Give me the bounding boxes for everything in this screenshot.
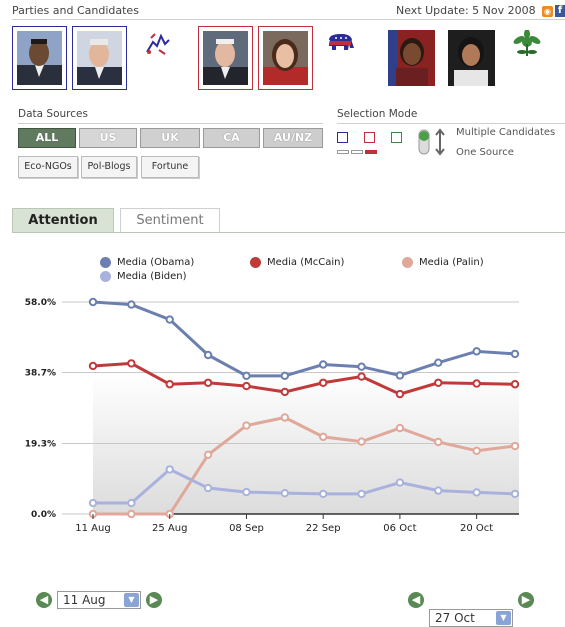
data-point-media-biden (318, 489, 328, 499)
start-date-next-button[interactable]: ▶ (146, 592, 162, 608)
data-point-media-palin (357, 437, 366, 446)
x-tick-label: 06 Oct (383, 523, 416, 534)
x-tick-label: 11 Aug (75, 523, 110, 534)
data-point-media-mccain (165, 380, 174, 389)
data-point-media-mccain (357, 372, 366, 381)
data-point-media-palin (434, 437, 443, 447)
data-point-media-mccain (242, 381, 251, 391)
data-point-media-palin (280, 413, 290, 422)
data-point-media-obama (165, 315, 174, 324)
end-date-prev-button[interactable]: ◀ (408, 592, 424, 608)
y-tick-label: 0.0% (31, 510, 56, 520)
data-point-media-obama (203, 350, 213, 360)
data-point-media-mccain (472, 379, 481, 388)
data-point-media-mccain (88, 361, 98, 371)
data-point-media-biden (510, 489, 520, 499)
data-point-media-mccain (395, 389, 405, 399)
data-point-media-palin (472, 446, 481, 455)
data-point-media-mccain (280, 387, 290, 397)
data-point-media-obama (472, 347, 481, 356)
x-tick-label: 20 Oct (460, 523, 493, 534)
data-point-media-mccain (318, 378, 328, 387)
y-tick-label: 19.3% (25, 439, 56, 449)
start-date-select[interactable]: 11 Aug ▼ (57, 591, 141, 609)
data-point-media-obama (127, 300, 136, 309)
data-point-media-obama (395, 371, 405, 380)
data-point-media-mccain (510, 380, 520, 389)
data-point-media-obama (357, 362, 366, 371)
data-point-media-biden (395, 478, 405, 487)
data-point-media-biden (357, 489, 366, 499)
data-point-media-mccain (127, 359, 136, 368)
data-point-media-obama (318, 360, 328, 369)
data-point-media-obama (242, 371, 251, 381)
data-point-media-biden (434, 486, 443, 495)
y-tick-label: 58.0% (25, 298, 56, 308)
data-point-media-biden (127, 498, 136, 508)
data-point-media-palin (318, 432, 328, 442)
chevron-down-icon[interactable]: ▼ (496, 611, 511, 625)
data-point-media-palin (395, 423, 405, 433)
series-line-media-obama (92, 300, 516, 378)
data-point-media-biden (165, 465, 174, 474)
data-point-media-biden (203, 483, 213, 493)
data-point-media-palin (127, 509, 136, 519)
end-date-value: 27 Oct (435, 611, 475, 625)
data-point-media-obama (280, 371, 290, 381)
x-tick-label: 22 Sep (306, 523, 341, 534)
start-date-prev-button[interactable]: ◀ (36, 592, 52, 608)
data-point-media-obama (88, 297, 98, 307)
data-point-media-biden (88, 498, 98, 508)
data-point-media-biden (242, 487, 251, 497)
data-point-media-obama (434, 358, 443, 367)
data-point-media-mccain (434, 378, 443, 387)
data-point-media-palin (242, 421, 251, 430)
data-point-media-obama (510, 349, 520, 359)
data-point-media-mccain (203, 378, 213, 387)
start-date-value: 11 Aug (63, 593, 106, 607)
attention-line-chart: 58.0% 38.7% 19.3% 0.0% 11 Aug 25 Aug 08 Sep 22 … (25, 297, 520, 534)
x-tick-label: 08 Sep (229, 523, 264, 534)
chevron-down-icon[interactable]: ▼ (124, 593, 139, 607)
data-point-media-palin (510, 441, 520, 451)
data-point-media-biden (280, 488, 290, 498)
y-tick-label: 38.7% (25, 369, 56, 379)
data-point-media-biden (472, 488, 481, 497)
end-date-next-button[interactable]: ▶ (518, 592, 534, 608)
x-tick-label: 25 Aug (152, 523, 187, 534)
data-point-media-palin (203, 450, 213, 459)
